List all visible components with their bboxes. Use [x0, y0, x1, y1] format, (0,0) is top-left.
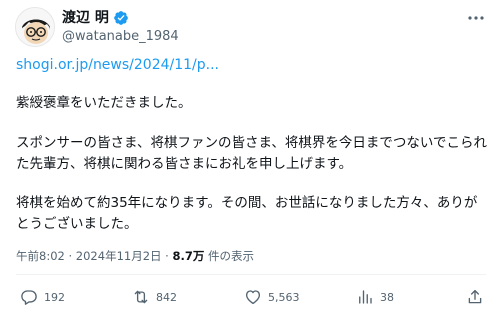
post-paragraph-2: スポンサーの皆さま、将棋ファンの皆さま、将棋界を今日までつないでこられた先輩方、…	[16, 135, 488, 172]
repost-button[interactable]: 842	[132, 285, 177, 309]
views-button[interactable]: 38	[356, 285, 394, 309]
reply-button[interactable]: 192	[20, 285, 65, 309]
action-bar: 192 842 5,563 38	[0, 285, 498, 309]
divider	[16, 274, 486, 275]
views-count: 8.7万	[172, 249, 205, 263]
bookmark-count: 38	[380, 290, 394, 304]
share-icon	[468, 289, 482, 304]
verified-badge-icon	[114, 11, 128, 25]
display-name[interactable]: 渡辺 明	[62, 9, 109, 27]
reply-icon	[21, 290, 37, 305]
post-card: 渡辺 明 @watanabe_1984 shogi.or.jp/news/202…	[0, 0, 498, 319]
repost-count: 842	[156, 290, 177, 304]
views-label: 件の表示	[208, 249, 255, 263]
meta-separator: ·	[68, 249, 73, 263]
post-paragraph-1: 紫綬褒章をいただきました。	[16, 95, 192, 111]
like-button[interactable]: 5,563	[244, 285, 300, 309]
post-paragraph-3: 将棋を始めて約35年になります。その間、お世話になりました方々、ありがとうござい…	[16, 195, 478, 232]
post-meta: 午前8:02 · 2024年11月2日 · 8.7万 件の表示	[16, 248, 254, 264]
heart-icon	[245, 290, 261, 305]
post-date[interactable]: 2024年11月2日	[76, 249, 162, 263]
meta-separator-2: ·	[165, 249, 169, 263]
share-button[interactable]	[466, 285, 484, 309]
bar-chart-icon	[359, 290, 372, 304]
like-count: 5,563	[268, 290, 300, 304]
reply-count: 192	[44, 290, 65, 304]
post-time[interactable]: 午前8:02	[16, 249, 65, 263]
repost-icon	[134, 290, 148, 304]
author-handle[interactable]: @watanabe_1984	[62, 29, 179, 45]
avatar-illustration	[16, 8, 54, 46]
more-dots-icon[interactable]	[466, 10, 486, 26]
author-name-row[interactable]: 渡辺 明	[62, 8, 129, 28]
avatar[interactable]	[15, 7, 55, 47]
post-link[interactable]: shogi.or.jp/news/2024/11/p...	[16, 56, 219, 74]
